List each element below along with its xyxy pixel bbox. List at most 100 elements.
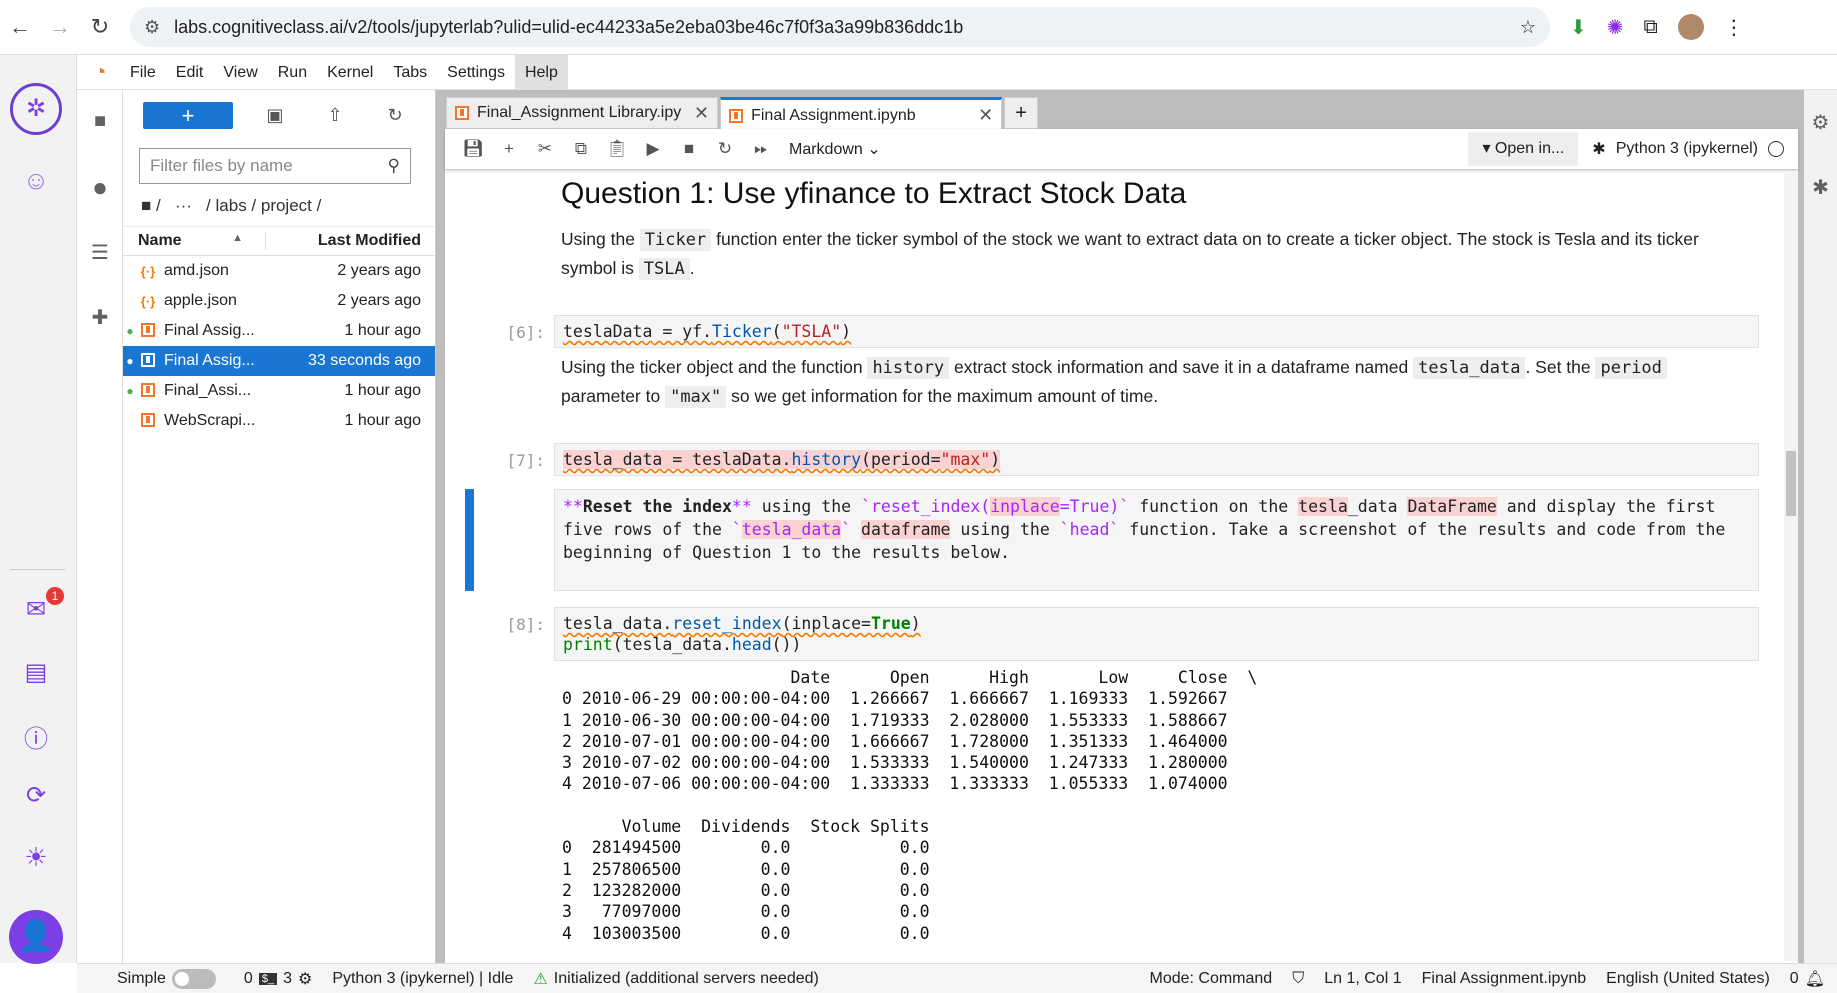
user-avatar[interactable]: 👤 xyxy=(9,910,63,964)
site-info-icon[interactable]: ⚙ xyxy=(144,17,160,38)
kernel-name: Python 3 (ipykernel) xyxy=(1615,140,1758,157)
menu-kernel[interactable]: Kernel xyxy=(317,55,383,90)
folder-icon[interactable]: ■ xyxy=(77,110,123,133)
inbox-icon[interactable]: ✉ 1 xyxy=(12,587,64,624)
scrollbar[interactable] xyxy=(1784,171,1798,961)
code-cell-6[interactable]: teslaData = yf.Ticker("TSLA") xyxy=(554,315,1759,348)
debugger-icon[interactable]: ✱ xyxy=(1804,175,1837,200)
extensions-icon[interactable]: ✚ xyxy=(77,305,123,330)
file-modified: 2 years ago xyxy=(337,292,421,309)
help-icon[interactable]: ⓘ xyxy=(12,719,60,754)
kernel-selector[interactable]: ✱ Python 3 (ipykernel) xyxy=(1592,139,1784,159)
forward-icon[interactable]: → xyxy=(40,14,80,40)
terminals-indicator[interactable]: 0 $_ 3 ⚙ xyxy=(244,969,312,989)
file-row[interactable]: {·} amd.json 2 years ago xyxy=(123,256,435,286)
menu-run[interactable]: Run xyxy=(268,55,317,90)
browser-menu-icon[interactable]: ⋮ xyxy=(1724,15,1744,40)
breadcrumb[interactable]: ■ / ··· / labs / project / xyxy=(141,196,435,216)
markdown-cell-editing[interactable]: **Reset the index** using the `reset_ind… xyxy=(554,489,1759,591)
folder-icon: ■ xyxy=(141,196,152,215)
close-tab-icon[interactable]: ✕ xyxy=(694,103,709,124)
file-row[interactable]: ● Final Assig... 33 seconds ago xyxy=(123,346,435,376)
column-name[interactable]: Name ▲ xyxy=(123,232,266,250)
simple-mode-label: Simple xyxy=(117,969,166,987)
toc-icon[interactable]: ☰ xyxy=(77,240,123,265)
file-modified: 1 hour ago xyxy=(344,322,421,339)
kernel-status[interactable]: Python 3 (ipykernel) | Idle xyxy=(332,970,513,988)
profile-avatar[interactable] xyxy=(1677,14,1704,40)
bookmark-star-icon[interactable]: ☆ xyxy=(1520,17,1536,38)
cell-type-select[interactable]: Markdown ⌄ xyxy=(789,139,881,159)
column-last-modified[interactable]: Last Modified xyxy=(266,232,435,250)
code-cell-7[interactable]: tesla_data = teslaData.history(period="m… xyxy=(554,443,1759,476)
file-browser: + ▣ ⇧ ↻ Filter files by name ⚲ ■ / ··· / … xyxy=(123,90,436,963)
skills-network-logo-icon[interactable]: ✲ xyxy=(10,83,62,135)
refresh-icon[interactable]: ↻ xyxy=(365,105,425,126)
notebook-panel: 💾︎ + ✂ ⧉ 📋︎ ▶ ■ ↻ ⏩︎ Markdown ⌄ ▾ Open i… xyxy=(445,129,1798,963)
menu-file[interactable]: File xyxy=(120,55,166,90)
ai-assistant-icon[interactable]: ☺ xyxy=(12,165,60,196)
markdown-cell-ticker[interactable]: Using the Ticker function enter the tick… xyxy=(561,225,1701,283)
download-icon[interactable]: ⬇ xyxy=(1570,15,1587,40)
notes-icon[interactable]: ▤ xyxy=(12,658,60,687)
property-inspector-icon[interactable]: ⚙ xyxy=(1804,110,1837,135)
menu-settings[interactable]: Settings xyxy=(437,55,515,90)
save-icon[interactable]: 💾︎ xyxy=(455,139,491,159)
file-row[interactable]: WebScrapi... 1 hour ago xyxy=(123,406,435,436)
file-name: Final_Assi... xyxy=(164,382,252,399)
terminal-icon: $_ xyxy=(258,972,278,985)
cut-icon[interactable]: ✂ xyxy=(527,139,563,159)
close-tab-icon[interactable]: ✕ xyxy=(978,105,993,126)
tab-bar: Final_Assignment Library.ipynb ✕ Final As… xyxy=(446,97,1040,131)
address-bar[interactable]: ⚙ labs.cognitiveclass.ai/v2/tools/jupyter… xyxy=(130,7,1550,47)
notebook-icon xyxy=(141,412,155,427)
notebook-icon xyxy=(455,106,469,120)
menu-help[interactable]: Help xyxy=(514,54,568,90)
menu-bar: ◔ File Edit View Run Kernel Tabs Setting… xyxy=(77,54,1837,90)
file-name: amd.json xyxy=(164,262,229,279)
bug-icon[interactable]: ✱ xyxy=(1592,139,1605,159)
trust-shield-icon: ⛉ xyxy=(1292,969,1305,987)
open-in-label: Open in... xyxy=(1494,140,1565,157)
run-all-icon[interactable]: ⏩︎ xyxy=(743,139,779,159)
stop-icon[interactable]: ■ xyxy=(671,139,707,159)
menu-edit[interactable]: Edit xyxy=(166,55,214,90)
upload-icon[interactable]: ⇧ xyxy=(305,105,365,126)
new-launcher-button[interactable]: + xyxy=(143,101,233,129)
file-name: Final Assig... xyxy=(164,352,255,369)
filter-files-input[interactable]: Filter files by name ⚲ xyxy=(139,148,411,184)
reload-icon[interactable]: ↻ xyxy=(80,14,120,40)
language-indicator[interactable]: English (United States) xyxy=(1606,970,1770,988)
theme-icon[interactable]: ☀ xyxy=(12,842,60,873)
extensions-puzzle-icon[interactable]: ⧉ xyxy=(1644,16,1658,39)
back-icon[interactable]: ← xyxy=(0,14,40,40)
restart-icon[interactable]: ↻ xyxy=(707,139,743,159)
new-tab-button[interactable]: + xyxy=(1004,97,1038,129)
cursor-position[interactable]: Ln 1, Col 1 xyxy=(1324,970,1401,988)
tab-final-assignment[interactable]: Final Assignment.ipynb ✕ xyxy=(720,97,1003,131)
bell-icon[interactable]: 🔔︎ xyxy=(1805,969,1825,989)
activity-bar: ■ ⏺ ☰ ✚ xyxy=(77,90,123,963)
menu-tabs[interactable]: Tabs xyxy=(383,55,437,90)
file-row[interactable]: ● Final_Assi... 1 hour ago xyxy=(123,376,435,406)
new-folder-icon[interactable]: ▣ xyxy=(245,105,305,126)
running-sessions-icon[interactable]: ⏺ xyxy=(77,175,123,203)
paste-icon[interactable]: 📋︎ xyxy=(599,139,635,159)
scrollbar-thumb[interactable] xyxy=(1786,451,1796,516)
code-cell-8[interactable]: tesla_data.reset_index(inplace=True) pri… xyxy=(554,607,1759,661)
copy-icon[interactable]: ⧉ xyxy=(563,139,599,159)
sync-icon[interactable]: ⟳ xyxy=(12,781,60,810)
run-icon[interactable]: ▶ xyxy=(635,139,671,159)
tab-final-assignment-library[interactable]: Final_Assignment Library.ipynb ✕ xyxy=(446,97,719,129)
extension-icon[interactable]: ✺ xyxy=(1607,15,1624,40)
markdown-cell-history[interactable]: Using the ticker object and the function… xyxy=(561,353,1701,411)
insert-cell-icon[interactable]: + xyxy=(491,139,527,159)
file-row[interactable]: {·} apple.json 2 years ago xyxy=(123,286,435,316)
open-in-button[interactable]: ▾ Open in... xyxy=(1468,132,1579,166)
menu-view[interactable]: View xyxy=(213,55,267,90)
cell-prompt: [7]: xyxy=(506,451,545,470)
lsp-status[interactable]: ⚠ Initialized (additional servers needed) xyxy=(533,969,818,989)
simple-mode-toggle[interactable] xyxy=(171,968,216,989)
lsp-text: Initialized (additional servers needed) xyxy=(553,969,819,987)
file-row[interactable]: ● Final Assig... 1 hour ago xyxy=(123,316,435,346)
